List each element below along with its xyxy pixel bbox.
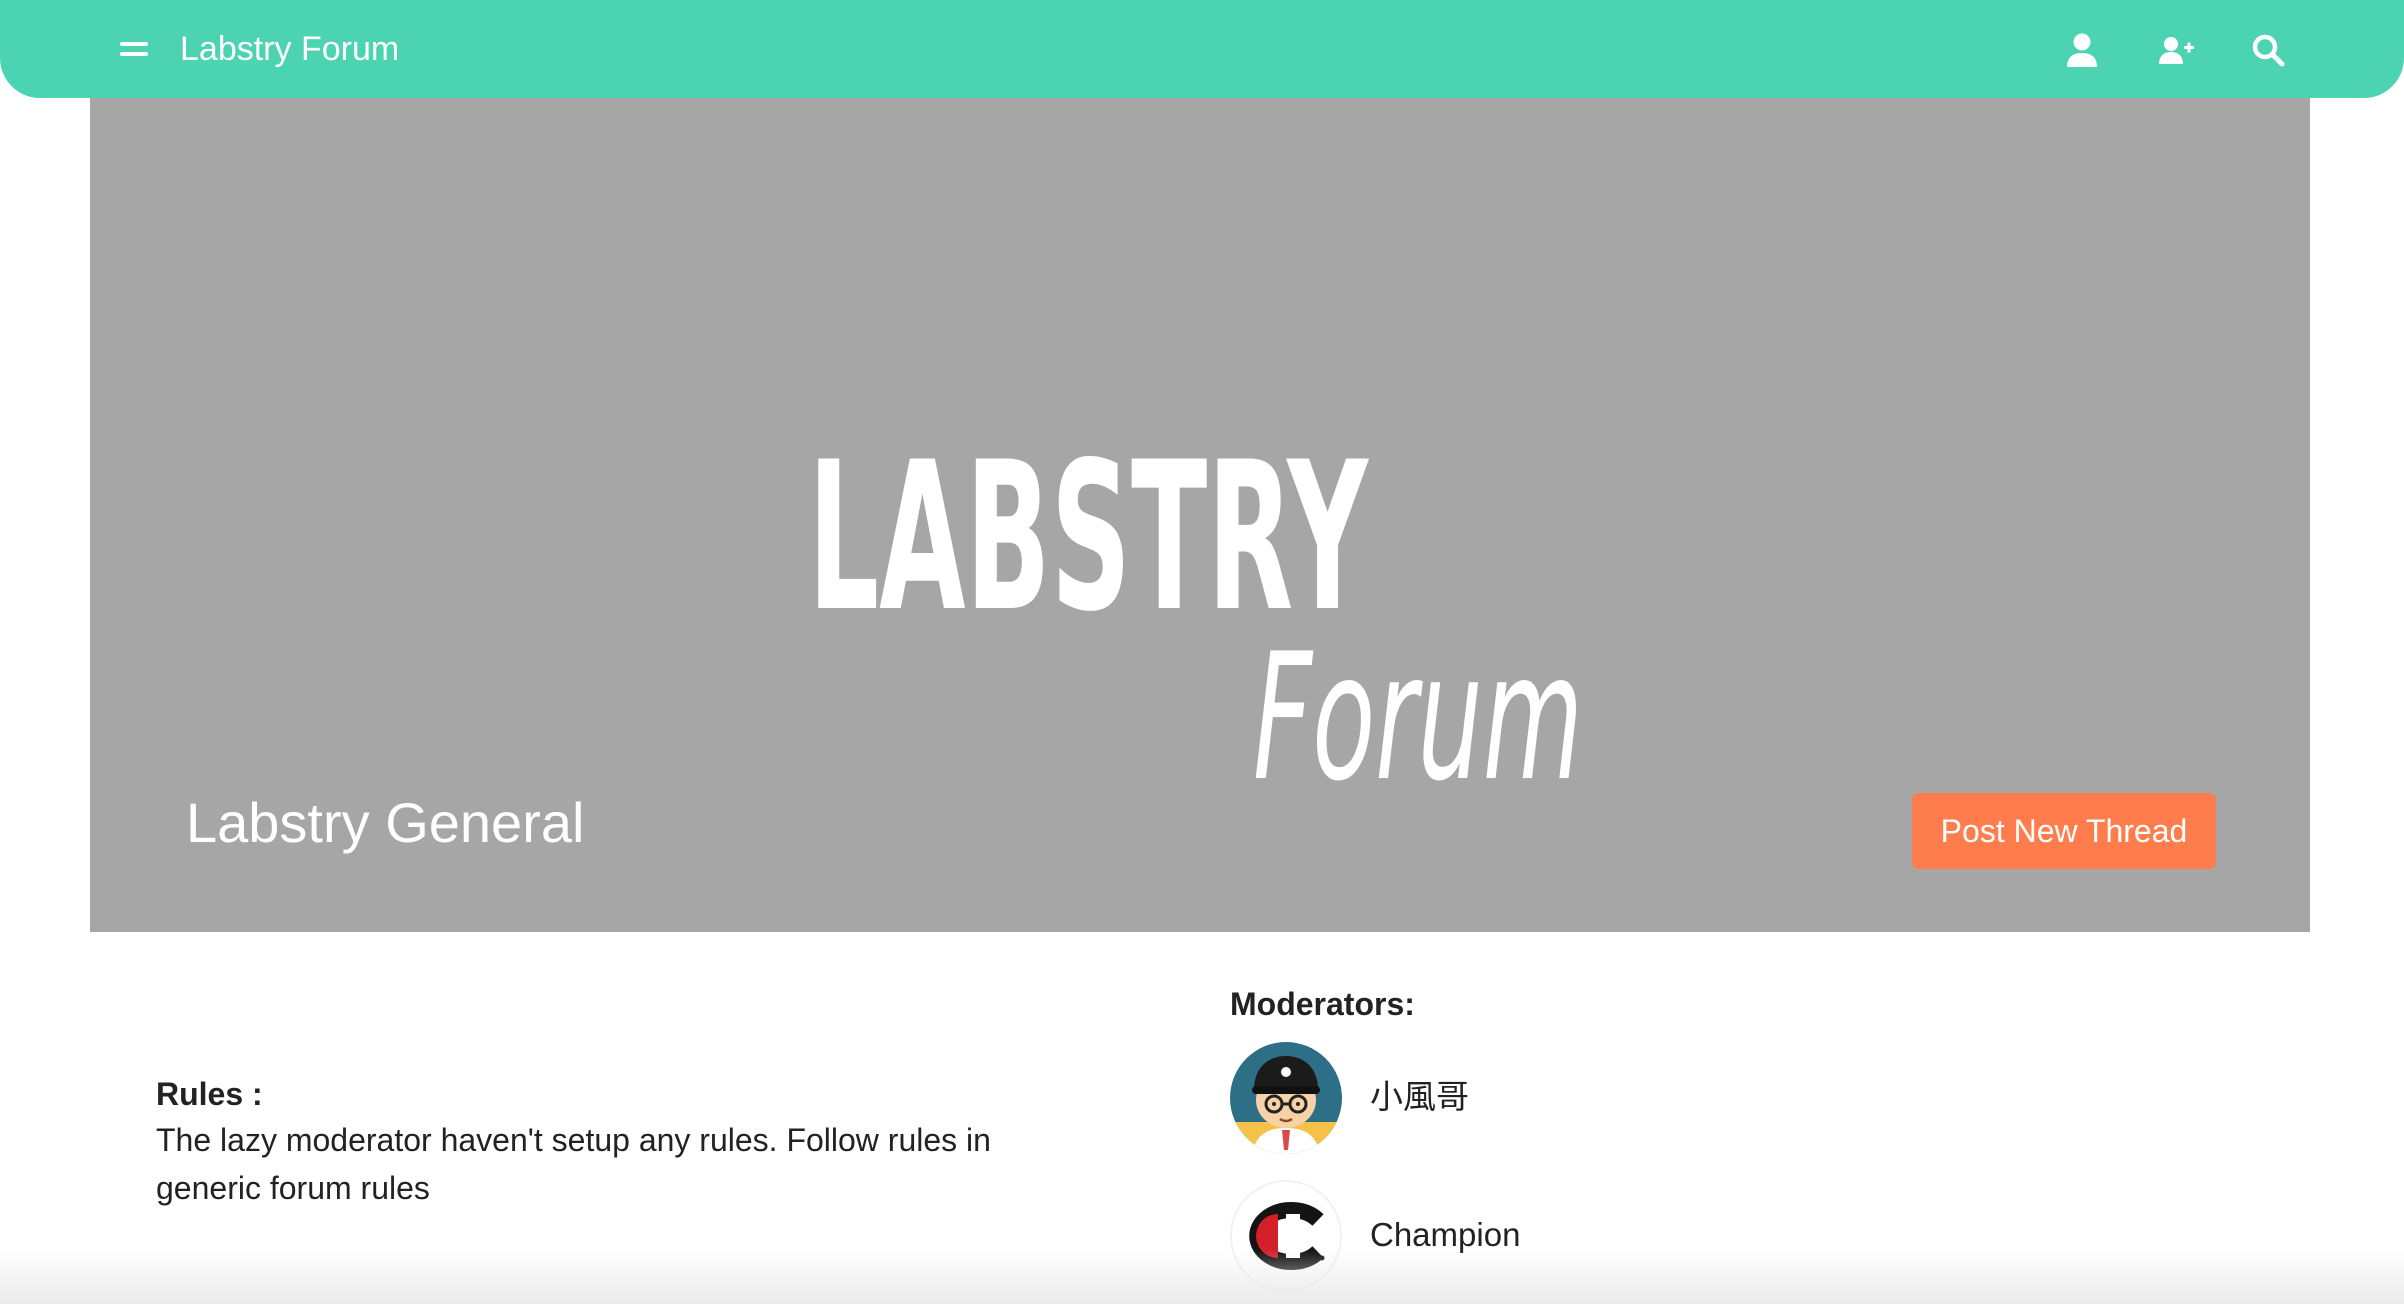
brand-link[interactable]: Labstry Forum [180, 28, 399, 70]
moderator-item[interactable]: Champion [1230, 1180, 1830, 1292]
menu-icon[interactable] [116, 36, 152, 62]
moderator-item[interactable]: 小風哥 [1230, 1042, 1830, 1154]
top-navbar: Labstry Forum [0, 0, 2404, 98]
moderator-name[interactable]: Champion [1370, 1214, 1520, 1256]
rules-section: Rules : The lazy moderator haven't setup… [156, 1072, 1076, 1212]
post-new-thread-button[interactable]: Post New Thread [1912, 793, 2216, 869]
avatar [1230, 1042, 1342, 1154]
user-plus-icon[interactable] [2156, 30, 2196, 70]
menu-icon-bar-top [120, 42, 148, 46]
labstry-forum-logo: LABSTRY Forum [798, 318, 1698, 838]
rules-text: The lazy moderator haven't setup any rul… [156, 1122, 991, 1206]
forum-banner: LABSTRY Forum Labstry General Post New T… [90, 98, 2310, 932]
moderators-heading: Moderators: [1230, 986, 1415, 1022]
moderators-section: Moderators: 小風哥 Champion [1230, 982, 2030, 1292]
bottom-fade [0, 1250, 2404, 1304]
search-icon[interactable] [2248, 30, 2288, 70]
page: Labstry Forum LABSTRY Forum Labstry Gene… [0, 0, 2404, 1304]
user-icon[interactable] [2062, 30, 2102, 70]
menu-icon-bar-bottom [120, 52, 148, 56]
rules-heading: Rules : [156, 1076, 263, 1112]
avatar [1230, 1180, 1342, 1292]
logo-text-bottom: Forum [1253, 617, 1583, 820]
moderator-name[interactable]: 小風哥 [1370, 1076, 1469, 1118]
forum-title: Labstry General [186, 791, 585, 854]
